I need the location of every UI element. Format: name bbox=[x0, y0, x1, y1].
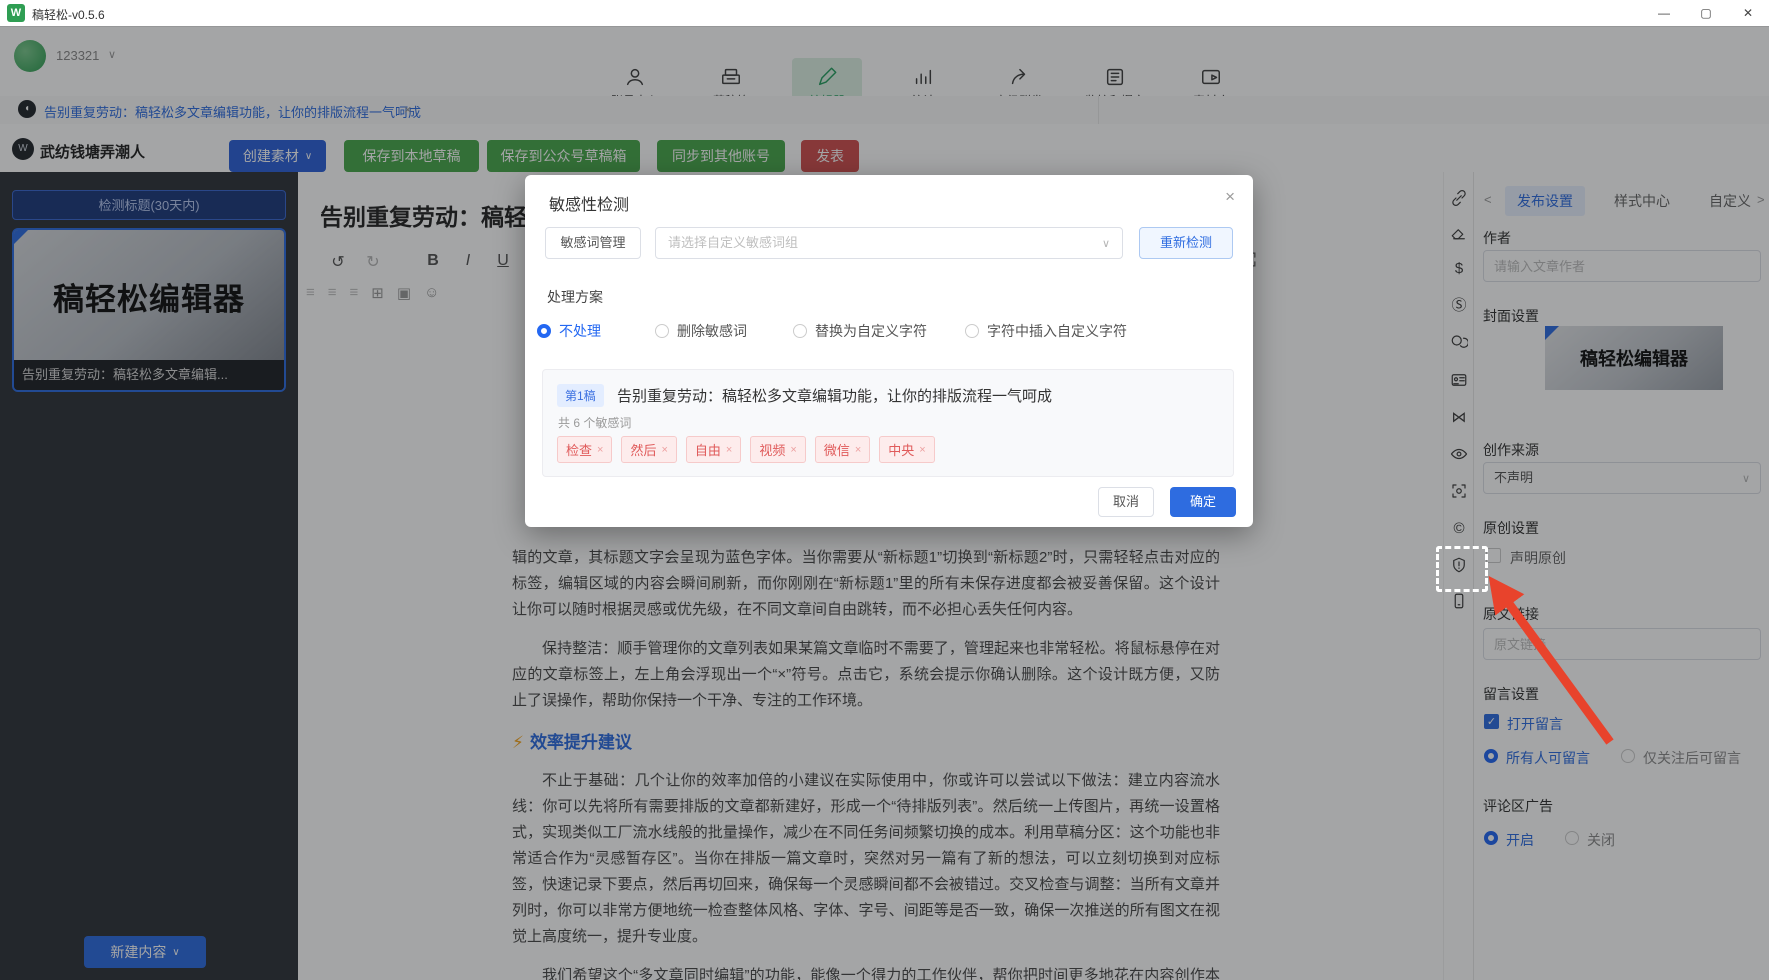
modal-close-icon[interactable]: × bbox=[1225, 187, 1235, 207]
sensitive-word-group-select[interactable]: 请选择自定义敏感词组 ∨ bbox=[655, 227, 1123, 259]
radio-off-icon bbox=[965, 324, 979, 338]
minimize-icon[interactable]: — bbox=[1643, 0, 1685, 26]
sensitive-word-pills: 检查× 然后× 自由× 视频× 微信× 中央× bbox=[557, 436, 935, 463]
remove-word-icon[interactable]: × bbox=[855, 444, 861, 456]
red-arrow-annotation bbox=[1462, 560, 1632, 755]
remove-word-icon[interactable]: × bbox=[726, 444, 732, 456]
app-title: 稿轻松-v0.5.6 bbox=[32, 6, 105, 23]
sensitivity-check-modal: 敏感性检测 × 敏感词管理 请选择自定义敏感词组 ∨ 重新检测 处理方案 不处理… bbox=[525, 175, 1253, 527]
remove-word-icon[interactable]: × bbox=[919, 444, 925, 456]
manage-sensitive-words-button[interactable]: 敏感词管理 bbox=[545, 227, 641, 259]
radio-off-icon bbox=[655, 324, 669, 338]
maximize-icon[interactable]: ▢ bbox=[1685, 0, 1727, 26]
plan-options: 不处理 删除敏感词 替换为自定义字符 字符中插入自定义字符 bbox=[537, 321, 1127, 341]
cancel-button[interactable]: 取消 bbox=[1098, 487, 1154, 517]
option-delete-words[interactable]: 删除敏感词 bbox=[655, 321, 793, 341]
app-logo-icon: W bbox=[7, 4, 25, 22]
chevron-down-icon: ∨ bbox=[1102, 228, 1110, 260]
recheck-button[interactable]: 重新检测 bbox=[1139, 227, 1233, 259]
title-bar: W 稿轻松-v0.5.6 — ▢ ✕ bbox=[0, 0, 1769, 27]
sensitive-word-pill[interactable]: 视频× bbox=[750, 436, 805, 463]
draft-title: 告别重复劳动：稿轻松多文章编辑功能，让你的排版流程一气呵成 bbox=[617, 385, 1052, 406]
sensitive-word-pill[interactable]: 自由× bbox=[686, 436, 741, 463]
sensitive-word-pill[interactable]: 微信× bbox=[815, 436, 870, 463]
option-insert-chars[interactable]: 字符中插入自定义字符 bbox=[965, 321, 1127, 341]
app-window: W 稿轻松-v0.5.6 — ▢ ✕ 123321 ∨ 账号中心 草稿箱 编辑器 bbox=[0, 0, 1769, 980]
modal-title: 敏感性检测 bbox=[549, 191, 629, 215]
sensitive-word-pill[interactable]: 中央× bbox=[879, 436, 934, 463]
detection-result-box: 第1稿 告别重复劳动：稿轻松多文章编辑功能，让你的排版流程一气呵成 共 6 个敏… bbox=[542, 369, 1234, 477]
sensitive-word-pill[interactable]: 然后× bbox=[621, 436, 676, 463]
confirm-button[interactable]: 确定 bbox=[1170, 487, 1236, 517]
option-no-action[interactable]: 不处理 bbox=[537, 321, 655, 341]
draft-badge: 第1稿 bbox=[557, 384, 604, 407]
remove-word-icon[interactable]: × bbox=[790, 444, 796, 456]
sensitive-word-pill[interactable]: 检查× bbox=[557, 436, 612, 463]
radio-off-icon bbox=[793, 324, 807, 338]
radio-on-icon bbox=[537, 324, 551, 338]
plan-label: 处理方案 bbox=[547, 287, 603, 307]
remove-word-icon[interactable]: × bbox=[597, 444, 603, 456]
sensitive-count: 共 6 个敏感词 bbox=[558, 414, 631, 431]
remove-word-icon[interactable]: × bbox=[661, 444, 667, 456]
close-window-icon[interactable]: ✕ bbox=[1727, 0, 1769, 26]
option-replace-chars[interactable]: 替换为自定义字符 bbox=[793, 321, 965, 341]
